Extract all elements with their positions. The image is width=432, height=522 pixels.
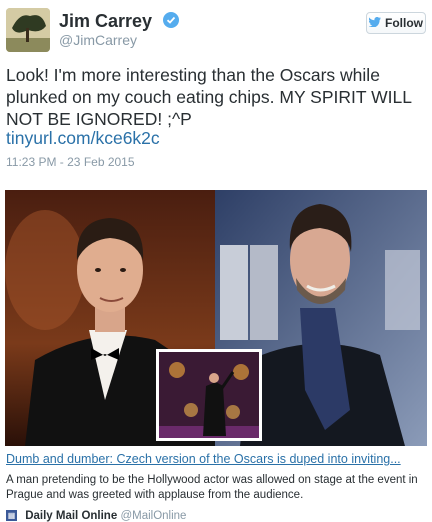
tweet-link[interactable]: tinyurl.com/kce6k2c [6, 128, 160, 149]
tweet-timestamp[interactable]: 11:23 PM - 23 Feb 2015 [6, 155, 135, 169]
tweet-text: Look! I'm more interesting than the Osca… [6, 65, 412, 129]
media-photo [5, 190, 427, 446]
card-source[interactable]: ▦ Daily Mail Online @MailOnline [6, 510, 186, 522]
author-name[interactable]: Jim Carrey [59, 11, 180, 33]
avatar-tree-image [6, 8, 50, 52]
follow-button[interactable]: Follow [366, 12, 426, 34]
author-name-text[interactable]: Jim Carrey [59, 11, 152, 31]
daily-mail-icon: ▦ [6, 510, 17, 522]
card-description: A man pretending to be the Hollywood act… [6, 474, 418, 501]
twitter-bird-icon [368, 16, 381, 30]
source-handle[interactable]: @MailOnline [120, 510, 186, 522]
tweet-media-image[interactable] [5, 190, 427, 446]
author-handle[interactable]: @JimCarrey [59, 32, 137, 48]
avatar[interactable] [6, 8, 50, 52]
source-name[interactable]: Daily Mail Online [25, 510, 117, 522]
verified-badge-icon [163, 11, 180, 33]
card-title-link[interactable]: Dumb and dumber: Czech version of the Os… [6, 452, 401, 466]
follow-button-label: Follow [385, 16, 423, 30]
